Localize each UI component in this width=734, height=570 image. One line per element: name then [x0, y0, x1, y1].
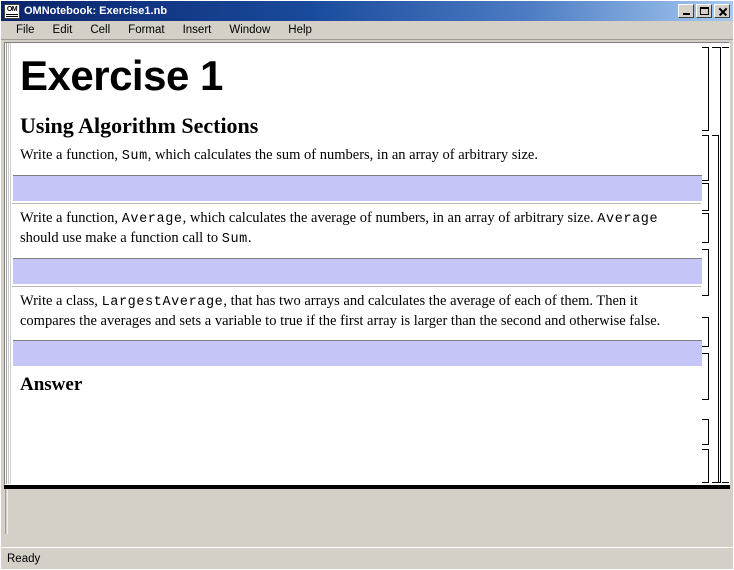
window-title: OMNotebook: Exercise1.nb	[24, 5, 168, 17]
menu-item-window[interactable]: Window	[220, 23, 279, 38]
status-bar: Ready	[1, 547, 733, 569]
menu-item-help[interactable]: Help	[279, 23, 321, 38]
menu-item-insert[interactable]: Insert	[174, 23, 221, 38]
cell-bracket-input-2[interactable]	[702, 317, 709, 347]
menu-item-file[interactable]: File	[7, 23, 44, 38]
input-cell-3[interactable]	[13, 340, 702, 366]
notebook-left-rail	[5, 43, 11, 484]
text-run: should use make a function call to	[20, 230, 222, 246]
notebook-content: Exercise 1 Using Algorithm Sections Writ…	[12, 43, 702, 484]
code-run-sum: Sum	[121, 149, 148, 164]
maximize-icon	[699, 7, 709, 15]
input-cell-2[interactable]	[13, 258, 702, 284]
om-notebook-icon: OM	[4, 3, 20, 19]
text-run: Write a class,	[20, 293, 102, 309]
text-run: , which calculates the average of number…	[182, 210, 598, 226]
cell-text-2[interactable]: Write a function, Average, which calcula…	[12, 204, 702, 255]
input-cell-1[interactable]	[13, 175, 702, 201]
application-window: OM OMNotebook: Exercise1.nb File Edit Ce…	[0, 0, 734, 570]
notebook-page[interactable]: Exercise 1 Using Algorithm Sections Writ…	[5, 43, 729, 484]
text-run: .	[247, 230, 252, 246]
cell-bracket-inner-group[interactable]	[712, 135, 719, 483]
title-bar[interactable]: OM OMNotebook: Exercise1.nb	[1, 1, 733, 21]
close-button[interactable]	[714, 4, 730, 18]
cell-bracket-column	[702, 43, 729, 484]
cell-bracket-text-2[interactable]	[702, 249, 709, 296]
minimize-icon	[682, 12, 690, 15]
cell-bracket-section[interactable]	[702, 135, 709, 181]
notebook-title-text: Exercise 1	[20, 52, 223, 99]
notebook-empty-pane	[4, 489, 730, 534]
cell-bracket-text-1[interactable]	[702, 183, 709, 211]
cell-answer[interactable]: Answer	[12, 368, 702, 402]
text-run: , which calculates the sum of numbers, i…	[147, 147, 538, 163]
cell-bracket-input-3[interactable]	[702, 419, 709, 445]
document-area: Exercise 1 Using Algorithm Sections Writ…	[1, 40, 733, 547]
text-run: Write a function,	[20, 147, 122, 163]
om-notebook-icon-label: OM	[6, 5, 18, 13]
text-run: Write a function,	[20, 210, 122, 226]
menu-item-format[interactable]: Format	[119, 23, 173, 38]
answer-heading-text: Answer	[20, 374, 83, 395]
minimize-button[interactable]	[678, 4, 694, 18]
cell-bracket-text-3[interactable]	[702, 353, 709, 400]
maximize-button[interactable]	[696, 4, 712, 18]
cell-text-1[interactable]: Write a function, Sum, which calculates …	[12, 141, 702, 172]
code-run-largestaverage: LargestAverage	[101, 295, 224, 310]
menu-bar: File Edit Cell Format Insert Window Help	[1, 21, 733, 40]
om-notebook-icon-bars	[6, 13, 18, 18]
cell-bracket-answer[interactable]	[702, 449, 709, 483]
empty-pane-rail	[4, 489, 10, 534]
cell-title[interactable]: Exercise 1	[12, 43, 702, 105]
cell-bracket-title[interactable]	[702, 47, 709, 131]
cell-section[interactable]: Using Algorithm Sections	[12, 105, 702, 141]
menu-item-cell[interactable]: Cell	[81, 23, 119, 38]
cell-bracket-section-group[interactable]	[712, 47, 721, 483]
code-run-sum-2: Sum	[221, 232, 248, 247]
notebook-view[interactable]: Exercise 1 Using Algorithm Sections Writ…	[4, 42, 730, 485]
status-message: Ready	[7, 552, 41, 565]
code-run-average: Average	[121, 212, 183, 227]
window-controls	[678, 4, 730, 18]
code-run-average-2: Average	[597, 212, 659, 227]
menu-item-edit[interactable]: Edit	[44, 23, 82, 38]
cell-bracket-notebook[interactable]	[722, 47, 729, 483]
notebook-section-text: Using Algorithm Sections	[20, 113, 259, 138]
cell-bracket-input-1[interactable]	[702, 213, 709, 243]
cell-text-3[interactable]: Write a class, LargestAverage, that has …	[12, 287, 702, 337]
close-icon	[718, 7, 727, 16]
